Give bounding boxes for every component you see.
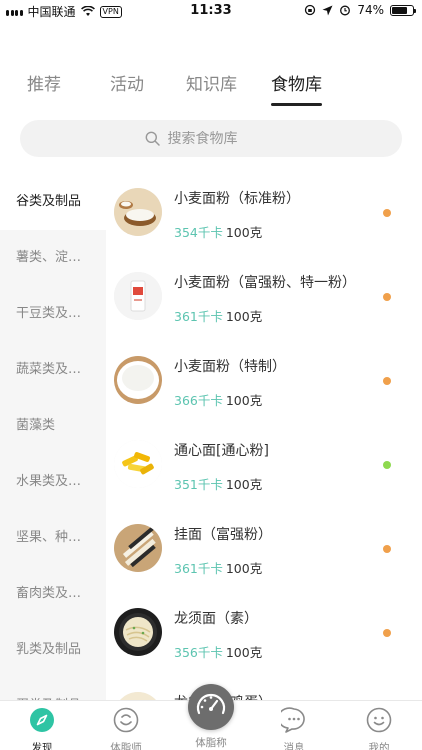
food-meta: 356千卡 100克 bbox=[174, 642, 262, 661]
category-item-tubers[interactable]: 薯类、淀粉及制品 bbox=[0, 230, 106, 286]
battery-fill bbox=[392, 6, 407, 14]
search-bar[interactable] bbox=[20, 120, 402, 157]
food-name: 小麦面粉（特制） bbox=[174, 359, 286, 375]
status-dot bbox=[383, 629, 391, 637]
battery-percent: 74% bbox=[357, 3, 384, 17]
food-amount: 100克 bbox=[225, 225, 263, 240]
search-icon bbox=[145, 131, 160, 146]
food-amount: 100克 bbox=[225, 393, 263, 408]
category-item-fruits[interactable]: 水果类及制品 bbox=[0, 454, 106, 510]
search-input[interactable] bbox=[167, 130, 278, 147]
nav-label: 我的 bbox=[368, 742, 390, 750]
food-item[interactable]: 龙须面（素） 356千卡 100克 bbox=[106, 594, 422, 678]
battery-icon bbox=[390, 4, 416, 16]
category-item-eggs[interactable]: 蛋类及制品 bbox=[0, 678, 106, 700]
nav-profile[interactable]: 我的 bbox=[344, 707, 414, 750]
food-meta: 351千卡 100克 bbox=[174, 474, 262, 493]
nav-label: 体脂师 bbox=[110, 742, 142, 750]
food-name: 通心面[通心粉] bbox=[174, 443, 269, 459]
food-kcal: 354千卡 bbox=[174, 225, 223, 240]
food-kcal: 361千卡 bbox=[174, 561, 223, 576]
status-right: 74% bbox=[304, 3, 416, 17]
food-meta: 366千卡 100克 bbox=[174, 390, 262, 409]
food-thumbnail bbox=[114, 188, 162, 236]
food-thumbnail bbox=[114, 524, 162, 572]
nav-coach[interactable]: 体脂师 bbox=[91, 707, 161, 750]
food-name: 挂面（富强粉） bbox=[174, 527, 272, 543]
status-bar: 中国联通 VPN 11:33 74% bbox=[0, 0, 422, 22]
food-kcal: 356千卡 bbox=[174, 645, 223, 660]
tab-activities[interactable]: 活动 bbox=[110, 70, 144, 95]
food-meta: 361千卡 100克 bbox=[174, 558, 262, 577]
food-thumbnail bbox=[114, 692, 162, 700]
status-dot bbox=[383, 377, 391, 385]
dry-noodles-image bbox=[114, 524, 162, 572]
category-item-grains[interactable]: 谷类及制品 bbox=[0, 174, 106, 230]
food-amount: 100克 bbox=[225, 561, 263, 576]
penne-image bbox=[114, 440, 162, 488]
category-item-meat[interactable]: 畜肉类及制品 bbox=[0, 566, 106, 622]
status-dot bbox=[383, 293, 391, 301]
nav-discover[interactable]: 发现 bbox=[7, 707, 77, 750]
food-name: 龙须面（素） bbox=[174, 611, 258, 627]
food-thumbnail bbox=[114, 356, 162, 404]
food-name: 小麦面粉（标准粉） bbox=[174, 191, 300, 207]
nav-label: 发现 bbox=[31, 742, 53, 750]
location-icon bbox=[322, 5, 333, 15]
category-sidebar: 谷类及制品 薯类、淀粉及制品 干豆类及制品 蔬菜类及制品 菌藻类 水果类及制品 … bbox=[0, 174, 106, 700]
flour-bowl-image bbox=[114, 188, 162, 236]
food-amount: 100克 bbox=[225, 645, 263, 660]
food-name: 小麦面粉（富强粉、特一粉） bbox=[174, 275, 356, 291]
category-item-nuts[interactable]: 坚果、种子类 bbox=[0, 510, 106, 566]
status-dot bbox=[383, 545, 391, 553]
category-item-beans[interactable]: 干豆类及制品 bbox=[0, 286, 106, 342]
food-amount: 100克 bbox=[225, 309, 263, 324]
top-tabs: 推荐 活动 知识库 食物库 bbox=[0, 70, 422, 110]
food-kcal: 366千卡 bbox=[174, 393, 223, 408]
food-list: 小麦面粉（标准粉） 354千卡 100克 小麦面粉（富强粉、特一粉） 361千卡 1… bbox=[106, 174, 422, 700]
status-dot bbox=[383, 461, 391, 469]
scale-button[interactable] bbox=[188, 684, 234, 730]
nav-messages[interactable]: 消息 bbox=[259, 707, 329, 750]
food-item[interactable]: 小麦面粉（富强粉、特一粉） 361千卡 100克 bbox=[106, 258, 422, 342]
profile-icon bbox=[366, 707, 392, 733]
food-item[interactable]: 挂面（富强粉） 361千卡 100克 bbox=[106, 510, 422, 594]
tab-food-library[interactable]: 食物库 bbox=[271, 70, 322, 95]
flour-bag-image bbox=[114, 272, 162, 320]
egg-noodles-image bbox=[114, 692, 162, 700]
food-meta: 354千卡 100克 bbox=[174, 222, 262, 241]
status-dot bbox=[383, 209, 391, 217]
orientation-lock-icon bbox=[305, 4, 316, 16]
nav-label: 消息 bbox=[283, 742, 305, 750]
compass-icon bbox=[30, 708, 54, 732]
food-thumbnail bbox=[114, 440, 162, 488]
noodle-soup-image bbox=[114, 608, 162, 656]
alarm-icon bbox=[340, 5, 351, 16]
food-item[interactable]: 小麦面粉（特制） 366千卡 100克 bbox=[106, 342, 422, 426]
food-item[interactable]: 通心面[通心粉] 351千卡 100克 bbox=[106, 426, 422, 510]
category-item-fungi[interactable]: 菌藻类 bbox=[0, 398, 106, 454]
tab-active-indicator bbox=[271, 103, 322, 106]
food-item[interactable]: 龙须面（鸡蛋） bbox=[106, 678, 422, 700]
category-item-vegetables[interactable]: 蔬菜类及制品 bbox=[0, 342, 106, 398]
food-amount: 100克 bbox=[225, 477, 263, 492]
food-thumbnail bbox=[114, 608, 162, 656]
tab-recommend[interactable]: 推荐 bbox=[27, 70, 61, 95]
food-meta: 361千卡 100克 bbox=[174, 306, 262, 325]
category-item-dairy[interactable]: 乳类及制品 bbox=[0, 622, 106, 678]
food-kcal: 361千卡 bbox=[174, 309, 223, 324]
flour-sack-image bbox=[114, 356, 162, 404]
message-icon bbox=[277, 707, 305, 733]
tab-knowledge[interactable]: 知识库 bbox=[186, 70, 237, 95]
nav-label-scale: 体脂称 bbox=[195, 737, 227, 749]
food-item[interactable]: 小麦面粉（标准粉） 354千卡 100克 bbox=[106, 174, 422, 258]
food-thumbnail bbox=[114, 272, 162, 320]
coach-icon bbox=[113, 707, 139, 733]
food-kcal: 351千卡 bbox=[174, 477, 223, 492]
scale-icon bbox=[196, 693, 226, 715]
